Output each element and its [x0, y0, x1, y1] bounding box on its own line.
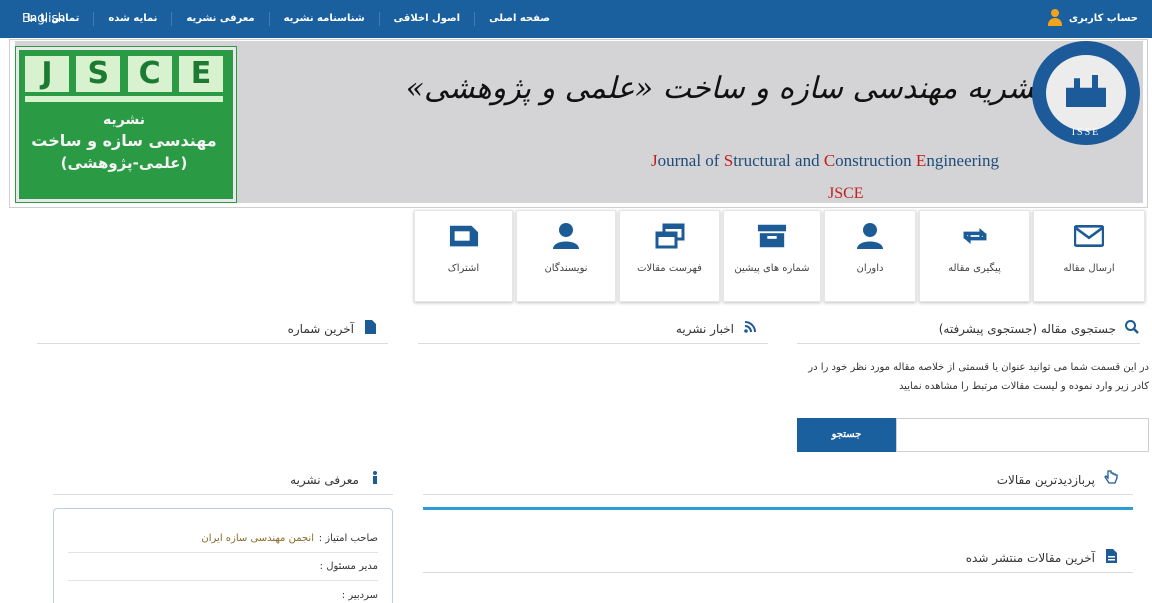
- menu-journal-info[interactable]: شناسنامه نشریه: [268, 12, 379, 26]
- pointer-hand-icon: [1103, 470, 1119, 489]
- tile-label: پیگیری مقاله: [948, 263, 1001, 274]
- document-icon: [1103, 548, 1119, 567]
- news-section-heading: اخبار نشریه: [418, 314, 768, 344]
- latest-issue-heading: آخرین شماره: [37, 314, 388, 344]
- document-icon: [362, 319, 378, 338]
- jsce-letter: J: [25, 56, 69, 92]
- isse-logo-label: ISSE: [1071, 127, 1101, 138]
- tile-label: داوران: [856, 263, 884, 274]
- top-navbar: English صفحه اصلی اصول اخلاقی شناسنامه ن…: [0, 0, 1152, 38]
- overlapping-windows-icon: [655, 223, 685, 249]
- jsce-line-2: مهندسی سازه و ساخت: [31, 131, 217, 150]
- retweet-arrows-icon: [960, 223, 990, 249]
- search-section-heading: جستجوی مقاله (جستجوی پیشرفته): [797, 314, 1140, 344]
- intro-key: مدیر مسئول :: [319, 561, 378, 572]
- tile-label: فهرست مقالات: [637, 263, 702, 274]
- title-en-part: onstruction: [835, 151, 916, 170]
- journal-abbreviation: JSCE: [828, 185, 864, 202]
- user-icon: [551, 223, 581, 249]
- section-divider: [423, 507, 1133, 510]
- menu-ethics[interactable]: اصول اخلاقی: [378, 12, 474, 26]
- title-en-part: E: [915, 151, 927, 170]
- intro-section-title: معرفی نشریه: [290, 472, 359, 487]
- menu-indexing[interactable]: نمایه شده: [93, 12, 171, 26]
- search-icon: [1124, 319, 1140, 338]
- journal-title-english: Journal of Structural and Construction E…: [651, 151, 999, 171]
- search-section-title[interactable]: جستجوی مقاله (جستجوی پیشرفته): [939, 322, 1116, 336]
- title-en-part: J: [651, 151, 658, 170]
- latest-articles-title: آخرین مقالات منتشر شده: [965, 550, 1095, 565]
- latest-articles-heading: آخرین مقالات منتشر شده: [423, 543, 1133, 573]
- journal-title-persian: نشریه مهندسی سازه و ساخت «علمی و پژوهشی»: [405, 71, 1043, 106]
- menu-contact[interactable]: تماس با ما: [13, 12, 93, 26]
- jsce-letter: C: [127, 56, 172, 92]
- user-icon: [855, 223, 885, 249]
- tile-label: ارسال مقاله: [1063, 263, 1115, 274]
- folder-icon: [449, 223, 479, 249]
- rss-icon: [742, 320, 758, 337]
- title-en-part: S: [723, 151, 734, 170]
- jsce-line-1: نشریه: [103, 112, 145, 128]
- tile-article-index[interactable]: فهرست مقالات: [619, 210, 720, 302]
- menu-home[interactable]: صفحه اصلی: [474, 12, 564, 26]
- title-en-part: ngineering: [926, 151, 1000, 170]
- user-account-label: حساب کاربری: [1068, 12, 1138, 24]
- intro-row-owner: صاحب امتیاز : انجمن مهندسی سازه ایران: [68, 525, 378, 553]
- quick-access-tiles: ارسال مقاله پیگیری مقاله داوران شماره ها…: [414, 210, 1145, 302]
- search-button[interactable]: جستجو: [797, 418, 896, 452]
- jsce-line-3: (علمی-پژوهشی): [60, 154, 188, 172]
- intro-row-director: مدیر مسئول :: [68, 553, 378, 581]
- tile-reviewers[interactable]: داوران: [824, 210, 916, 302]
- isse-society-logo: ISSE: [1032, 41, 1140, 145]
- most-viewed-heading: پربازدیدترین مقالات: [423, 465, 1133, 495]
- latest-issue-title: آخرین شماره: [287, 321, 354, 336]
- tile-past-issues[interactable]: شماره های پیشین: [723, 210, 821, 302]
- intro-section-heading: معرفی نشریه: [53, 465, 393, 495]
- search-input[interactable]: [896, 418, 1149, 452]
- intro-key: سردبیر :: [341, 589, 378, 601]
- title-en-part: ournal of: [657, 151, 724, 170]
- title-en-part: C: [823, 151, 836, 170]
- jsce-letter: E: [178, 56, 223, 92]
- intro-key: صاحب امتیاز :: [318, 533, 378, 544]
- envelope-icon: [1074, 223, 1104, 249]
- main-menu: صفحه اصلی اصول اخلاقی شناسنامه نشریه معر…: [13, 0, 564, 38]
- menu-about-journal[interactable]: معرفی نشریه: [171, 12, 268, 26]
- tile-label: نویسندگان: [544, 263, 588, 274]
- user-account-link[interactable]: حساب کاربری: [1047, 9, 1138, 27]
- journal-intro-box: صاحب امتیاز : انجمن مهندسی سازه ایران مد…: [53, 508, 393, 603]
- jsce-logo: J S C E نشریه مهندسی سازه و ساخت (علمی-پ…: [15, 46, 237, 203]
- tile-label: شماره های پیشین: [734, 263, 810, 274]
- tile-label: اشتراک: [447, 263, 480, 274]
- most-viewed-title[interactable]: پربازدیدترین مقالات: [997, 473, 1095, 487]
- archive-box-icon: [757, 223, 787, 249]
- tile-subscription[interactable]: اشتراک: [414, 210, 513, 302]
- tile-submit-article[interactable]: ارسال مقاله: [1033, 210, 1145, 302]
- intro-row-editor: سردبیر :: [68, 581, 378, 603]
- news-section-title: اخبار نشریه: [675, 321, 734, 336]
- info-icon: [367, 471, 383, 488]
- jsce-letter: S: [76, 56, 121, 92]
- user-account-icon: [1047, 9, 1063, 27]
- intro-value: انجمن مهندسی سازه ایران: [201, 533, 314, 544]
- journal-banner: J S C E نشریه مهندسی سازه و ساخت (علمی-پ…: [15, 41, 1143, 203]
- tile-track-article[interactable]: پیگیری مقاله: [919, 210, 1030, 302]
- tile-authors[interactable]: نویسندگان: [516, 210, 616, 302]
- search-description: در این قسمت شما می توانید عنوان یا قسمتی…: [808, 362, 1149, 392]
- title-en-part: tructural and: [733, 151, 824, 170]
